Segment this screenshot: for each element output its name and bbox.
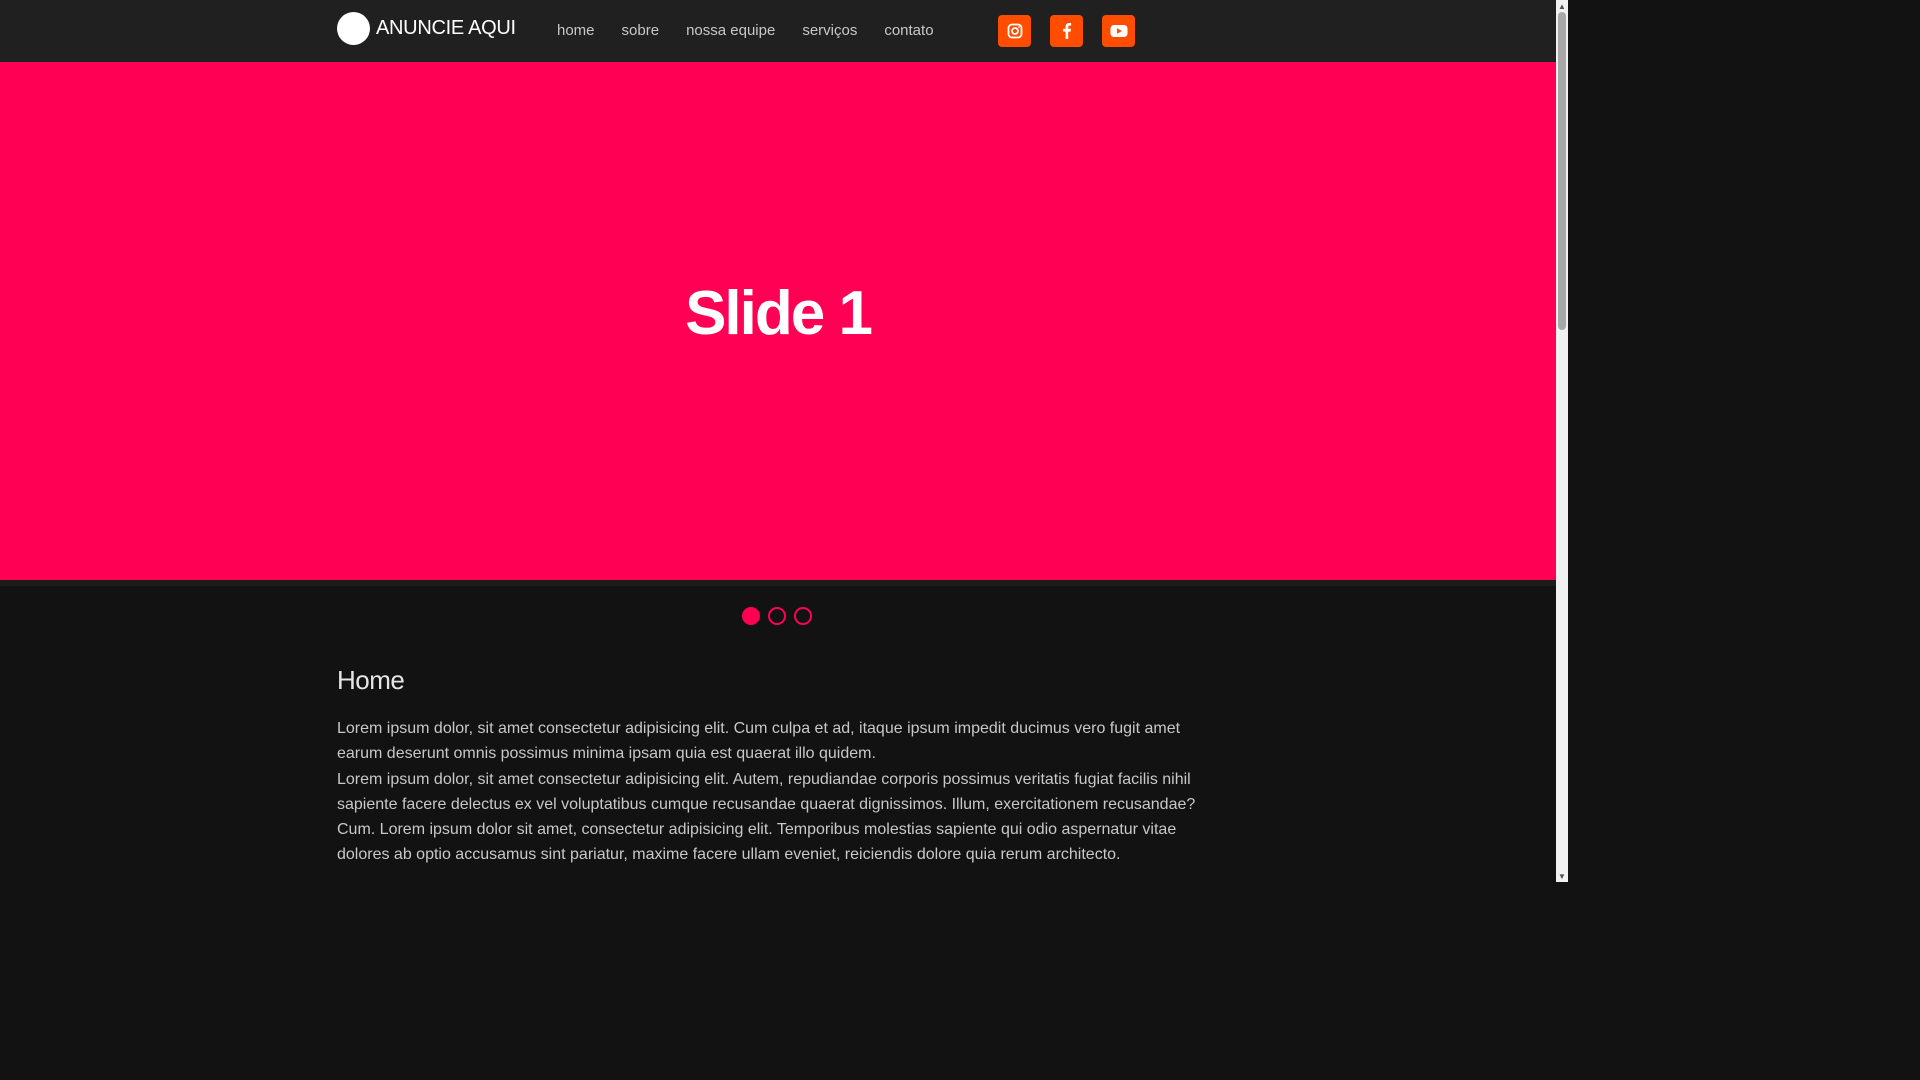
instagram-button[interactable] <box>998 15 1031 47</box>
paragraph-1: Lorem ipsum dolor, sit amet consectetur … <box>337 720 1181 763</box>
slide-title: Slide 1 <box>685 279 873 348</box>
paragraph-2: Lorem ipsum dolor, sit amet consectetur … <box>337 770 1196 864</box>
main-nav: home sobre nossa equipe serviços contato <box>557 20 934 42</box>
nav-item-nossa-equipe[interactable]: nossa equipe <box>686 20 775 42</box>
social-links <box>998 15 1135 47</box>
nav-item-sobre[interactable]: sobre <box>622 20 660 42</box>
page: ANUNCIE AQUI home sobre nossa equipe ser… <box>0 0 1556 882</box>
nav-item-home[interactable]: home <box>557 20 595 42</box>
nav-item-contato[interactable]: contato <box>884 20 933 42</box>
navbar: ANUNCIE AQUI home sobre nossa equipe ser… <box>0 0 1556 62</box>
facebook-icon <box>1062 23 1071 39</box>
hero-slider: Slide 1 <box>0 62 1556 580</box>
youtube-button[interactable] <box>1102 15 1135 47</box>
brand-link[interactable]: ANUNCIE AQUI <box>337 12 516 45</box>
section-title: Home <box>337 665 405 695</box>
slider-dot-1[interactable] <box>742 607 760 625</box>
brand-logo <box>337 12 370 45</box>
slider-dot-3[interactable] <box>794 607 812 625</box>
slider-dot-2[interactable] <box>768 607 786 625</box>
scroll-up-arrow-icon[interactable]: ▲ <box>1556 0 1568 12</box>
page-scrollbar[interactable]: ▲ ▼ <box>1556 0 1568 882</box>
nav-item-servicos[interactable]: serviços <box>802 20 857 42</box>
home-section: Home Lorem ipsum dolor, sit amet consect… <box>337 660 1227 868</box>
slider-divider <box>0 580 1556 586</box>
slider-pagination <box>742 607 812 625</box>
youtube-icon <box>1110 25 1127 37</box>
brand-name: ANUNCIE AQUI <box>376 17 516 39</box>
scroll-down-arrow-icon[interactable]: ▼ <box>1556 870 1568 882</box>
facebook-button[interactable] <box>1050 15 1083 47</box>
instagram-icon <box>1007 23 1022 39</box>
scrollbar-thumb[interactable] <box>1558 12 1566 330</box>
